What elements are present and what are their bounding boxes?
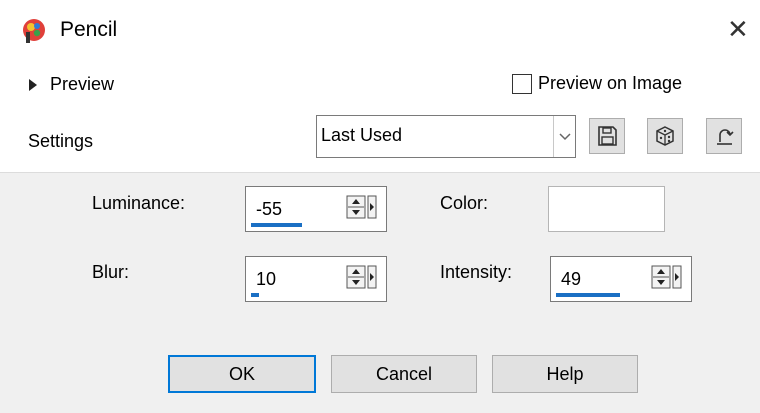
intensity-spinbox[interactable]: 49	[550, 256, 692, 302]
luminance-spin-buttons[interactable]	[346, 195, 378, 219]
intensity-value: 49	[561, 269, 582, 289]
blur-spin-buttons[interactable]	[346, 265, 378, 289]
window-title: Pencil	[60, 18, 118, 41]
blur-spinbox[interactable]: 10	[245, 256, 387, 302]
randomize-button[interactable]	[647, 118, 683, 154]
intensity-slider[interactable]	[556, 293, 620, 297]
preview-expander[interactable]: Preview	[28, 74, 114, 95]
color-label: Color:	[440, 193, 489, 213]
preset-dropdown-value: Last Used	[321, 125, 403, 145]
save-preset-button[interactable]	[589, 118, 625, 154]
help-button[interactable]: Help	[492, 355, 638, 393]
intensity-label: Intensity:	[440, 262, 513, 282]
reset-button[interactable]	[706, 118, 742, 154]
reset-icon	[717, 129, 734, 145]
randomize-icon	[656, 126, 674, 146]
blur-value: 10	[256, 269, 277, 289]
spin-arrows-icon	[346, 265, 377, 289]
preview-on-image-checkbox-group[interactable]: Preview on Image	[512, 73, 682, 94]
settings-label: Settings	[28, 131, 94, 151]
blur-slider[interactable]	[251, 293, 259, 297]
preview-on-image-checkbox[interactable]	[512, 73, 532, 94]
spin-arrows-icon	[651, 265, 682, 289]
luminance-label: Luminance:	[92, 193, 186, 213]
save-preset-icon	[598, 126, 617, 146]
intensity-spin-buttons[interactable]	[651, 265, 683, 289]
spin-arrows-icon	[346, 195, 377, 219]
chevron-down-icon[interactable]	[553, 116, 575, 157]
blur-label: Blur:	[92, 262, 130, 282]
ok-button[interactable]: OK	[168, 355, 316, 393]
app-icon	[20, 16, 48, 44]
preview-on-image-label: Preview on Image	[538, 73, 683, 93]
close-icon[interactable]: ✕	[727, 16, 749, 42]
luminance-slider[interactable]	[251, 223, 302, 227]
triangle-right-icon	[29, 78, 37, 91]
preset-dropdown[interactable]: Last Used	[316, 115, 576, 158]
color-swatch[interactable]	[548, 186, 665, 232]
preview-label: Preview	[50, 74, 115, 94]
luminance-spinbox[interactable]: -55	[245, 186, 387, 232]
luminance-value: -55	[256, 199, 283, 219]
cancel-button[interactable]: Cancel	[331, 355, 477, 393]
